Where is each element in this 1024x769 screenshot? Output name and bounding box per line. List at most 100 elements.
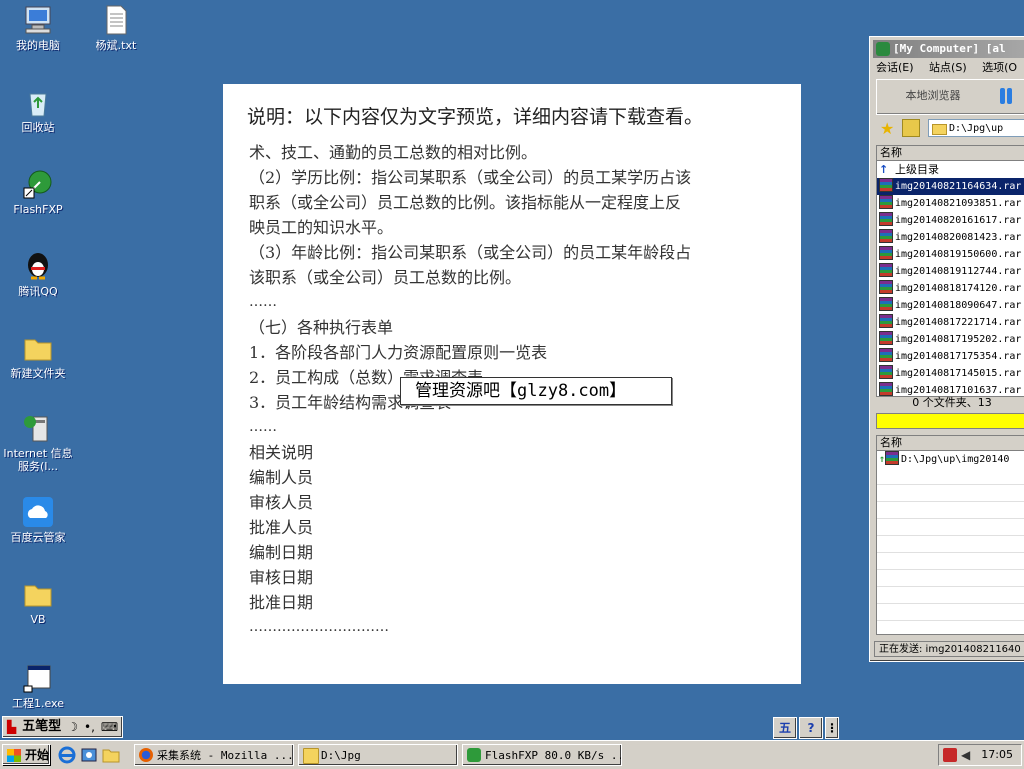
task-label: FlashFXP 80.0 KB/s ...: [485, 749, 622, 762]
rar-archive-icon: [879, 229, 893, 243]
volume-icon[interactable]: ◀: [961, 748, 975, 762]
menu-session[interactable]: 会话(E): [876, 61, 914, 74]
column-header-name[interactable]: 名称: [877, 436, 1024, 451]
file-row[interactable]: img20140818090647.rar: [877, 297, 1024, 314]
task-label: 采集系统 - Mozilla ...: [157, 749, 294, 762]
task-button-explorer[interactable]: D:\Jpg: [298, 744, 458, 766]
file-row[interactable]: img20140820081423.rar: [877, 229, 1024, 246]
cloud-icon: [23, 497, 53, 527]
desktop-icon-vb[interactable]: VB: [0, 578, 76, 626]
file-count-status: 0 个文件夹、13: [912, 396, 992, 409]
column-header-name[interactable]: 名称: [877, 146, 1024, 161]
desktop-icon-txt-file[interactable]: 杨斌.txt: [78, 4, 154, 52]
rar-archive-icon: [879, 280, 893, 294]
desktop-icon-qq[interactable]: 腾讯QQ: [0, 250, 76, 298]
queue-item[interactable]: ↑ D:\Jpg\up\img20140: [877, 451, 1024, 468]
desktop-icon-baidu-cloud[interactable]: 百度云管家: [0, 496, 76, 544]
document-line: 映员工的知识水平。: [249, 218, 394, 237]
navigation-bar: ★ D:\Jpg\up: [876, 117, 1024, 141]
ime-toolbar[interactable]: ▙ 五笔型 ☽ •, ⌨: [2, 716, 124, 738]
window-titlebar[interactable]: [My Computer] [al: [873, 40, 1024, 58]
task-button-firefox[interactable]: 采集系统 - Mozilla ...: [134, 744, 294, 766]
rar-archive-icon: [879, 263, 893, 277]
grid-line: [877, 553, 1024, 570]
file-name: img20140820161617.rar: [895, 215, 1022, 226]
up-folder-icon[interactable]: [902, 119, 920, 137]
file-row[interactable]: img20140817175354.rar: [877, 348, 1024, 365]
ie-icon[interactable]: [58, 746, 76, 764]
document-line: 编制日期: [249, 543, 314, 562]
local-browser-button[interactable]: 本地浏览器: [881, 84, 985, 108]
taskbar: 开始 采集系统 - Mozilla ... D:\Jpg FlashFXP 80…: [0, 740, 1024, 769]
firefox-icon: [139, 748, 153, 762]
desktop-icon-exe[interactable]: 工程1.exe: [0, 662, 76, 710]
options-arrow-icon[interactable]: ⋮: [825, 717, 839, 739]
file-row[interactable]: img20140819112744.rar: [877, 263, 1024, 280]
desktop-icon-flashfxp[interactable]: FlashFXP: [0, 168, 76, 216]
flashfxp-window[interactable]: [My Computer] [al 会话(E) 站点(S) 选项(O 本地浏览器…: [869, 36, 1024, 662]
queue-item-label: D:\Jpg\up\img20140: [901, 454, 1010, 465]
flashfxp-icon: [467, 748, 481, 762]
desktop-icon-label: Internet 信息服务(I...: [3, 447, 73, 473]
moon-icon[interactable]: ☽: [65, 719, 80, 735]
rar-archive-icon: [879, 195, 893, 209]
list-item-label: 上级目录: [895, 163, 939, 176]
file-name: img20140818090647.rar: [895, 300, 1022, 311]
desktop-icon-label: FlashFXP: [13, 203, 63, 216]
grid-line: [877, 587, 1024, 604]
document-line: 编制人员: [249, 468, 314, 487]
recycle-bin-icon: [29, 93, 47, 117]
clock[interactable]: 17:05: [981, 745, 1013, 765]
rar-archive-icon: [879, 212, 893, 226]
file-name: img20140819112744.rar: [895, 266, 1022, 277]
star-icon[interactable]: ★: [880, 119, 894, 138]
file-row[interactable]: img20140817145015.rar: [877, 365, 1024, 382]
desktop-icon-label: 腾讯QQ: [18, 285, 58, 298]
document-line: 术、技工、通勤的员工总数的相对比例。: [249, 143, 538, 162]
menu-sites[interactable]: 站点(S): [929, 61, 967, 74]
list-item-parent[interactable]: ↑ 上级目录: [877, 161, 1024, 178]
document-line: 1．各阶段各部门人力资源配置原则一览表: [249, 343, 548, 362]
file-row[interactable]: img20140817195202.rar: [877, 331, 1024, 348]
file-row[interactable]: img20140819150600.rar: [877, 246, 1024, 263]
desktop-icon-label: 工程1.exe: [11, 697, 64, 710]
help-icon[interactable]: ?: [799, 717, 823, 739]
task-label: D:\Jpg: [321, 749, 361, 762]
sending-status: 正在发送: img201408211640: [874, 641, 1024, 657]
desktop-icon-iis[interactable]: Internet 信息服务(I...: [0, 412, 76, 473]
ime-mode[interactable]: 五笔型: [20, 719, 63, 735]
desktop-icon-recycle-bin[interactable]: 回收站: [0, 86, 76, 134]
file-row[interactable]: img20140817221714.rar: [877, 314, 1024, 331]
tray-app-icon[interactable]: [943, 748, 957, 762]
rar-archive-icon: [879, 382, 893, 396]
folder-icon[interactable]: [102, 746, 120, 764]
pause-icon[interactable]: [997, 86, 1015, 106]
desktop-icon-label: 新建文件夹: [10, 367, 66, 380]
path-combobox[interactable]: D:\Jpg\up: [928, 119, 1024, 137]
queue-list[interactable]: 名称 ↑ D:\Jpg\up\img20140: [876, 435, 1024, 635]
desktop-icon-new-folder[interactable]: 新建文件夹: [0, 332, 76, 380]
file-row[interactable]: img20140821093851.rar: [877, 195, 1024, 212]
show-desktop-icon[interactable]: [80, 746, 98, 764]
ime-logo-icon[interactable]: ▙: [5, 719, 18, 735]
start-button[interactable]: 开始: [2, 744, 50, 765]
rar-archive-icon: [879, 178, 893, 192]
folder-icon: [24, 585, 52, 607]
menu-options[interactable]: 选项(O: [982, 61, 1017, 74]
file-row[interactable]: img20140818174120.rar: [877, 280, 1024, 297]
file-row[interactable]: img20140821164634.rar: [877, 178, 1024, 195]
file-name: img20140817195202.rar: [895, 334, 1022, 345]
punctuation-icon[interactable]: •,: [82, 719, 97, 735]
folder-icon: [24, 339, 52, 361]
input-language-button[interactable]: 五: [773, 717, 797, 739]
document-line: ……: [249, 419, 277, 435]
desktop-icon-my-computer[interactable]: 我的电脑: [0, 4, 76, 52]
file-row[interactable]: img20140820161617.rar: [877, 212, 1024, 229]
rar-archive-icon: [879, 365, 893, 379]
file-list[interactable]: 名称 ↑ 上级目录 img20140821164634.rar img2014082…: [876, 145, 1024, 397]
application-icon: [23, 665, 51, 693]
flashfxp-icon: [23, 170, 52, 199]
document-line: （七）各种执行表单: [249, 318, 394, 337]
keyboard-icon[interactable]: ⌨: [99, 719, 120, 735]
task-button-flashfxp[interactable]: FlashFXP 80.0 KB/s ...: [462, 744, 622, 766]
